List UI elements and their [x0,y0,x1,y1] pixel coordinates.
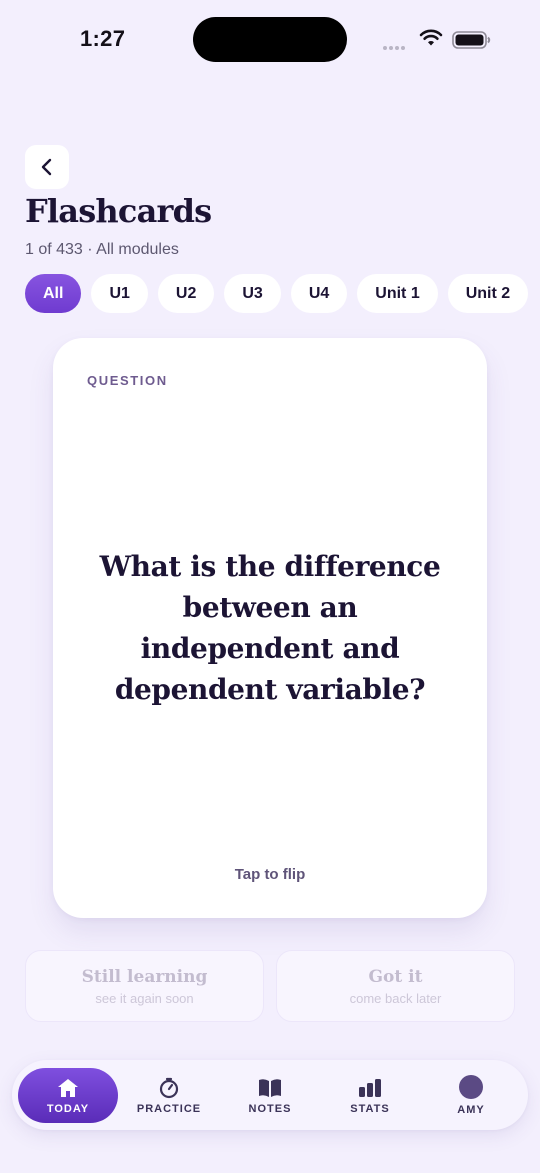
chip-unit-1[interactable]: Unit 1 [357,274,438,313]
tab-notes[interactable]: NOTES [220,1068,320,1123]
flashcard[interactable]: QUESTION What is the difference between … [53,338,487,918]
chip-u3[interactable]: U3 [224,274,281,313]
tab-stats[interactable]: STATS [320,1068,420,1123]
bar-chart-icon [359,1078,381,1097]
avatar [459,1075,483,1099]
signal-dots-icon [383,37,407,55]
tab-today[interactable]: TODAY [18,1068,118,1123]
chip-all[interactable]: All [25,274,82,313]
chip-u2[interactable]: U2 [157,274,215,313]
card-question: What is the difference between an indepe… [99,550,441,706]
got-it-button[interactable]: Got it come back later [276,950,515,1022]
back-button[interactable] [25,145,69,189]
got-it-subtitle: come back later [349,991,442,1006]
chip-unit-2[interactable]: Unit 2 [447,274,529,313]
book-icon [259,1078,281,1097]
chip-u4[interactable]: U4 [290,274,348,313]
tab-notes-label: NOTES [248,1102,292,1115]
still-learning-subtitle: see it again soon [95,991,194,1006]
tab-today-label: TODAY [46,1102,90,1115]
page-title: Flashcards [25,192,212,230]
chevron-left-icon [41,158,52,176]
tab-profile[interactable]: AMY [421,1068,521,1123]
tab-stats-label: STATS [350,1102,390,1115]
module-filter-chips: All U1 U2 U3 U4 Unit 1 Unit 2 [25,274,529,313]
tab-practice-label: PRACTICE [136,1102,202,1115]
dynamic-island [193,17,347,62]
status-time: 1:27 [80,26,126,51]
chip-u1[interactable]: U1 [91,274,148,313]
still-learning-button[interactable]: Still learning see it again soon [25,950,264,1022]
tap-to-flip-hint: Tap to flip [234,866,306,883]
status-bar: 1:27 [0,0,540,80]
card-counter: 1 of 433 · All modules [25,241,179,258]
battery-icon [452,31,491,49]
tab-practice[interactable]: PRACTICE [119,1068,219,1123]
got-it-title: Got it [368,967,423,987]
timer-icon [159,1077,179,1098]
still-learning-title: Still learning [81,967,208,987]
tab-profile-label: AMY [457,1104,485,1116]
home-icon [58,1078,78,1097]
card-side-label: QUESTION [87,373,168,388]
tab-bar: TODAY PRACTICE NOTES STATS AMY [12,1060,528,1130]
wifi-icon [419,29,443,46]
